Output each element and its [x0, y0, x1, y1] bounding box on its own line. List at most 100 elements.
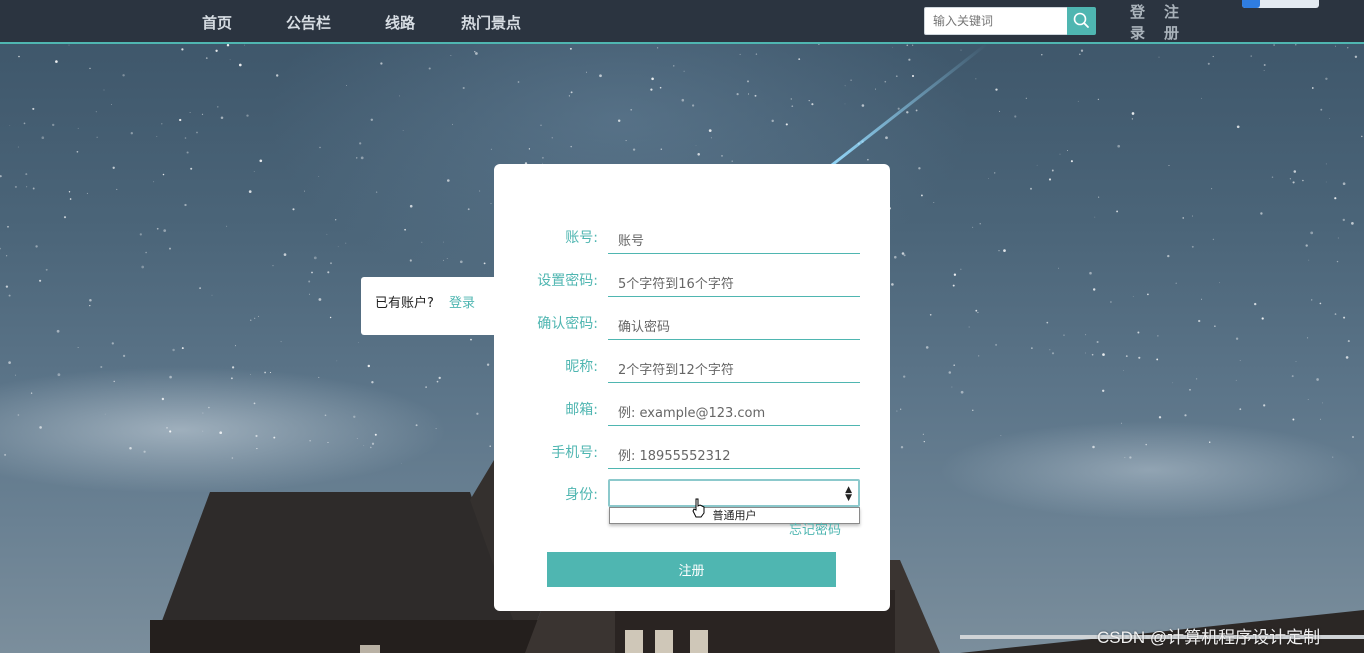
star [476, 412, 479, 415]
star [1307, 337, 1309, 339]
star [1336, 260, 1339, 263]
star [208, 406, 210, 409]
star [415, 424, 418, 427]
star [190, 167, 193, 170]
password-input[interactable] [608, 267, 860, 297]
star [1201, 97, 1202, 99]
star [311, 271, 313, 274]
account-input[interactable] [608, 224, 860, 254]
star [1014, 115, 1017, 118]
star [103, 89, 105, 91]
star [1182, 217, 1184, 219]
nav-home[interactable]: 首页 [202, 12, 232, 33]
star [318, 376, 320, 378]
star [721, 155, 723, 157]
star [145, 251, 147, 254]
star [303, 190, 306, 192]
star [404, 228, 406, 231]
star [370, 118, 374, 122]
nav-popular-spots[interactable]: 热门景点 [461, 12, 521, 33]
star [540, 124, 542, 126]
star [264, 371, 266, 374]
star [9, 125, 11, 126]
star [459, 260, 463, 264]
star [69, 198, 72, 200]
login-prompt-link[interactable]: 登录 [449, 292, 475, 311]
star [166, 427, 168, 429]
star [972, 226, 974, 228]
star [736, 93, 739, 96]
star [1207, 62, 1210, 65]
star [189, 112, 191, 114]
upload-badge[interactable] [1242, 0, 1319, 8]
star [1211, 188, 1213, 190]
email-input[interactable] [608, 396, 860, 426]
confirm-password-input[interactable] [608, 310, 860, 340]
login-link[interactable]: 登录 [1130, 2, 1146, 44]
star [23, 122, 26, 125]
star [436, 380, 439, 383]
nav-announcements[interactable]: 公告栏 [286, 12, 331, 33]
star [110, 103, 112, 105]
star [1347, 340, 1350, 343]
star [811, 103, 814, 106]
star [272, 264, 274, 267]
account-label: 账号: [565, 230, 598, 246]
star [1051, 352, 1055, 355]
star [896, 410, 898, 412]
phone-input[interactable] [608, 439, 860, 469]
star [1172, 382, 1174, 384]
nav-routes[interactable]: 线路 [385, 12, 415, 33]
star [329, 316, 332, 319]
star [253, 402, 256, 405]
star [681, 98, 685, 102]
star [657, 47, 659, 49]
star [229, 59, 231, 61]
star [479, 190, 481, 192]
star [1250, 55, 1252, 57]
star [731, 160, 733, 162]
star [1235, 337, 1239, 340]
star [960, 49, 962, 51]
search-input[interactable] [924, 7, 1068, 35]
star [1089, 271, 1092, 275]
star [1305, 244, 1308, 247]
star [1235, 379, 1237, 381]
star [283, 253, 287, 256]
role-select[interactable]: ▲ ▼ [608, 479, 860, 507]
star [1289, 178, 1292, 180]
star [275, 74, 279, 77]
star [912, 44, 914, 46]
star [215, 49, 218, 52]
star [1080, 49, 1084, 52]
star [358, 342, 359, 343]
star [443, 259, 444, 261]
nickname-input[interactable] [608, 353, 860, 383]
star [219, 431, 223, 435]
star [428, 67, 431, 70]
star [1337, 237, 1339, 239]
star [972, 409, 974, 411]
star [399, 95, 401, 97]
star [659, 86, 662, 89]
star [5, 255, 8, 257]
star [17, 146, 19, 148]
star [14, 185, 17, 188]
star [1343, 316, 1346, 319]
star [367, 364, 371, 368]
star [409, 259, 412, 262]
star [51, 123, 55, 127]
register-link[interactable]: 注册 [1164, 2, 1180, 44]
star [790, 98, 793, 100]
star [994, 172, 996, 174]
star [380, 62, 383, 65]
forgot-password-link[interactable]: 忘记密码 [789, 519, 841, 538]
star [1003, 249, 1006, 252]
register-button[interactable]: 注册 [547, 552, 836, 587]
star [220, 116, 224, 119]
star [184, 203, 187, 207]
search-button[interactable] [1067, 7, 1096, 35]
star [438, 376, 441, 380]
star [650, 88, 653, 91]
star [409, 204, 413, 208]
